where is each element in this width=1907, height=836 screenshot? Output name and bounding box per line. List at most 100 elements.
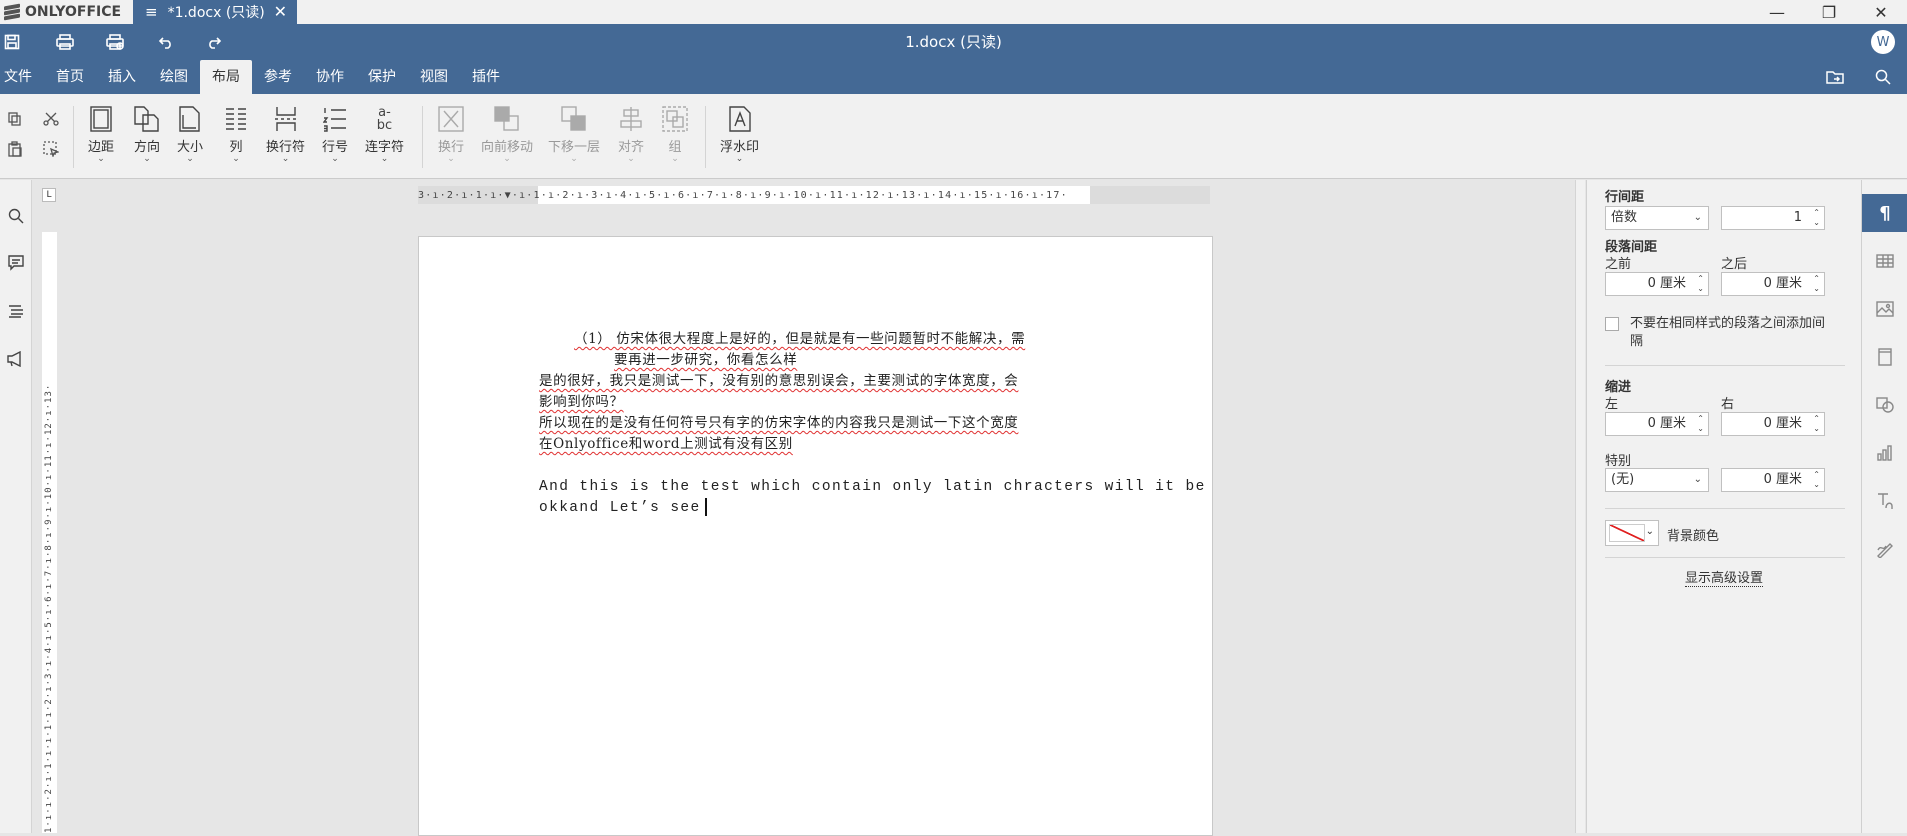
tab-view[interactable]: 视图	[408, 60, 460, 94]
line-numbers-button[interactable]: 行号 ⌄	[322, 104, 348, 164]
horizontal-ruler-ticks: 3·ı·2·ı·1·ı·▼·ı·1·ı·2·ı·3·ı·4·ı·5·ı·6·ı·…	[418, 189, 1068, 201]
hyphenation-button[interactable]: a- bc 连字符 ⌄	[365, 104, 404, 164]
chevron-down-icon: ⌄	[281, 154, 290, 164]
image-icon	[1876, 301, 1894, 317]
tab-draw[interactable]: 绘图	[148, 60, 200, 94]
copy-icon[interactable]	[4, 108, 26, 130]
navigation-icon[interactable]	[5, 300, 27, 322]
select-all-icon[interactable]	[40, 138, 62, 160]
comments-icon[interactable]	[5, 252, 27, 274]
signature-settings-tab[interactable]	[1862, 530, 1907, 568]
indent-left-input[interactable]: 0 厘米 ⌃ ⌄	[1605, 412, 1709, 436]
chart-settings-tab[interactable]	[1862, 434, 1907, 472]
line-spacing-value-input[interactable]: 1 ⌃ ⌄	[1721, 206, 1825, 230]
background-color-button[interactable]: ⌄	[1605, 520, 1659, 546]
search-icon[interactable]	[1859, 60, 1907, 94]
chevron-down-icon: ⌄	[97, 154, 105, 164]
breaks-label: 换行符	[266, 140, 306, 155]
tab-insert[interactable]: 插入	[96, 60, 148, 94]
feedback-megaphone-icon[interactable]	[5, 348, 27, 370]
spacing-after-input[interactable]: 0 厘米 ⌃ ⌄	[1721, 272, 1825, 296]
watermark-button[interactable]: 浮水印 ⌄	[720, 104, 759, 164]
open-file-location-icon[interactable]	[1811, 60, 1859, 94]
save-icon[interactable]	[0, 34, 24, 50]
wrapping-button[interactable]: 换行 ⌄	[438, 104, 464, 164]
panel-splitter[interactable]	[1575, 180, 1585, 833]
find-icon[interactable]	[5, 205, 27, 227]
tab-stop-selector[interactable]: L	[42, 188, 56, 202]
cut-icon[interactable]	[40, 108, 62, 130]
spacing-before-input[interactable]: 0 厘米 ⌃ ⌄	[1605, 272, 1709, 296]
close-button[interactable]: ✕	[1855, 0, 1907, 24]
signature-icon	[1877, 543, 1893, 558]
user-avatar[interactable]: W	[1871, 30, 1895, 54]
text-line: 在Onlyoffice和word上测试有没有区别	[539, 436, 793, 452]
image-settings-tab[interactable]	[1862, 290, 1907, 328]
align-button[interactable]: 对齐 ⌄	[618, 104, 645, 164]
shape-icon	[1876, 397, 1894, 413]
margins-button[interactable]: 边距 ⌄	[88, 104, 114, 164]
minimize-button[interactable]: —	[1751, 0, 1803, 24]
tab-home[interactable]: 首页	[44, 60, 96, 94]
tab-layout[interactable]: 布局	[200, 60, 252, 94]
paragraph-settings-tab[interactable]: ¶	[1862, 194, 1907, 232]
quick-print-icon[interactable]	[90, 34, 140, 50]
spinner-arrows-icon[interactable]: ⌃ ⌄	[1813, 470, 1820, 490]
special-indent-select[interactable]: (无) ⌄	[1605, 468, 1709, 492]
horizontal-ruler[interactable]: 3·ı·2·ı·1·ı·▼·ı·1·ı·2·ı·3·ı·4·ı·5·ı·6·ı·…	[418, 186, 1210, 204]
undo-icon[interactable]	[140, 35, 190, 49]
breaks-button[interactable]: 换行符 ⌄	[266, 104, 306, 164]
document-tab[interactable]: ≡ *1.docx (只读) ✕	[133, 0, 297, 24]
tab-plugins[interactable]: 插件	[460, 60, 512, 94]
spinner-arrows-icon[interactable]: ⌃ ⌄	[1697, 274, 1704, 294]
no-space-line-2: 隔	[1630, 334, 1644, 349]
spinner-arrows-icon[interactable]: ⌃ ⌄	[1813, 208, 1820, 228]
spinner-arrows-icon[interactable]: ⌃ ⌄	[1813, 414, 1820, 434]
document-tab-title: *1.docx (只读)	[167, 5, 265, 21]
indent-right-input[interactable]: 0 厘米 ⌃ ⌄	[1721, 412, 1825, 436]
app-logo: ONLYOFFICE	[4, 0, 121, 24]
group-button[interactable]: 组 ⌄	[662, 104, 688, 164]
header-footer-icon	[1878, 348, 1892, 366]
vertical-ruler[interactable]: 1·ı·ı·2·ı·1·ı·ı·1·ı·2·ı·3·ı·4·ı·5·ı·6·ı·…	[42, 232, 57, 833]
spinner-arrows-icon[interactable]: ⌃ ⌄	[1697, 414, 1704, 434]
send-backward-button[interactable]: 下移一层 ⌄	[548, 104, 600, 164]
tab-collaboration[interactable]: 协作	[304, 60, 356, 94]
tab-protection[interactable]: 保护	[356, 60, 408, 94]
text-art-settings-tab[interactable]	[1862, 482, 1907, 520]
show-advanced-settings-link[interactable]: 显示高级设置	[1685, 567, 1764, 587]
panel-separator	[1605, 557, 1845, 558]
redo-icon[interactable]	[190, 35, 240, 49]
table-settings-tab[interactable]	[1862, 242, 1907, 280]
orientation-button[interactable]: 方向 ⌄	[134, 104, 160, 164]
tab-close-icon[interactable]: ✕	[274, 2, 287, 21]
align-label: 对齐	[618, 140, 645, 155]
document-page[interactable]: （1） 仿宋体很大程度上是好的，但是就是有一些问题暂时不能解决，需 要再进一步研…	[418, 236, 1213, 836]
line-spacing-mode-select[interactable]: 倍数 ⌄	[1605, 206, 1709, 230]
spinner-arrows-icon[interactable]: ⌃ ⌄	[1813, 274, 1820, 294]
line-spacing-mode-value: 倍数	[1611, 210, 1638, 225]
paragraph-2[interactable]: And this is the test which contain only …	[539, 477, 1206, 519]
shape-settings-tab[interactable]	[1862, 386, 1907, 424]
chevron-down-icon: ⌄	[331, 154, 339, 164]
print-icon[interactable]	[40, 34, 90, 50]
no-space-same-style-checkbox[interactable]	[1605, 317, 1619, 331]
tab-references[interactable]: 参考	[252, 60, 304, 94]
align-objects-icon	[619, 104, 643, 134]
tab-file[interactable]: 文件	[0, 60, 44, 94]
paragraph-1[interactable]: （1） 仿宋体很大程度上是好的，但是就是有一些问题暂时不能解决，需 要再进一步研…	[539, 329, 1025, 455]
ribbon-toolbar: 边距 ⌄ 方向 ⌄ 大小 ⌄ 列 ⌄ 换行符 ⌄ 行号 ⌄ a- bc 连字符 …	[0, 94, 1907, 179]
header-footer-settings-tab[interactable]	[1862, 338, 1907, 376]
restore-button[interactable]: ❐	[1803, 0, 1855, 24]
toolbar-separator	[705, 106, 706, 168]
columns-button[interactable]: 列 ⌄	[225, 104, 247, 164]
special-indent-input[interactable]: 0 厘米 ⌃ ⌄	[1721, 468, 1825, 492]
vertical-ruler-ticks: 1·ı·ı·2·ı·1·ı·ı·1·ı·2·ı·3·ı·4·ı·5·ı·6·ı·…	[44, 383, 54, 833]
bring-forward-button[interactable]: 向前移动 ⌄	[481, 104, 533, 164]
text-art-icon	[1878, 493, 1893, 509]
no-space-line-1: 不要在相同样式的段落之间添加间	[1630, 316, 1826, 331]
paste-icon[interactable]	[4, 138, 26, 160]
size-button[interactable]: 大小 ⌄	[177, 104, 203, 164]
chevron-down-icon: ⌄	[186, 154, 194, 164]
hamburger-icon[interactable]: ≡	[145, 3, 158, 21]
